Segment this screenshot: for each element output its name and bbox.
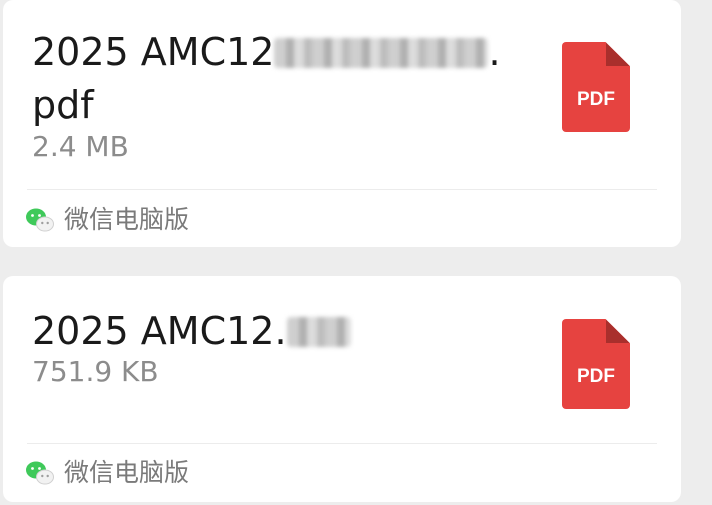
redacted-text [274, 38, 489, 68]
file-size: 2.4 MB [32, 130, 129, 163]
redacted-text [286, 317, 351, 347]
file-name: 2025 AMC12. pdf [32, 30, 501, 127]
file-message-card[interactable]: 2025 AMC12. pdf 2.4 MB PDF 微信电脑版 [3, 0, 681, 247]
source-label: 微信电脑版 [64, 458, 190, 487]
wechat-icon [26, 208, 54, 232]
wechat-icon [26, 461, 54, 485]
divider [27, 189, 657, 190]
file-size: 751.9 KB [32, 355, 159, 388]
divider [27, 443, 657, 444]
file-name: 2025 AMC12. [32, 305, 522, 358]
source-label: 微信电脑版 [64, 205, 190, 234]
pdf-file-icon: PDF [562, 319, 630, 409]
pdf-file-icon: PDF [562, 42, 630, 132]
file-message-card[interactable]: 2025 AMC12. 751.9 KB PDF 微信电脑版 [3, 276, 681, 502]
source-tag: 微信电脑版 [25, 203, 189, 237]
source-tag: 微信电脑版 [25, 456, 189, 490]
